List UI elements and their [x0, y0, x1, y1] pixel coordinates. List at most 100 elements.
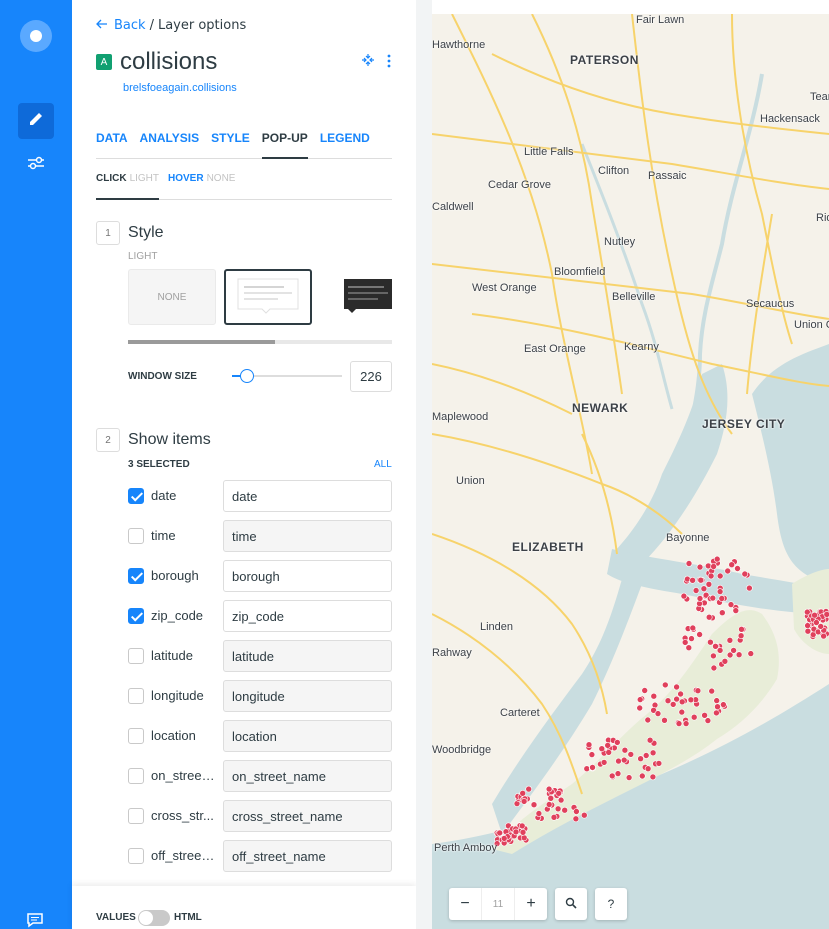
popup-items-list: date date time time borough borough zip_code zi… [128, 480, 392, 880]
subtab-click[interactable]: CLICK LIGHT [96, 173, 160, 200]
style-options-scroll-thumb[interactable] [128, 340, 275, 344]
collision-point [811, 611, 818, 619]
collision-point [519, 789, 526, 797]
item-title-input[interactable]: cross_street_name [223, 800, 392, 832]
step-number: 2 [96, 428, 120, 452]
item-checkbox[interactable] [128, 528, 144, 544]
popup-style-none[interactable]: NONE [128, 269, 216, 325]
item-title-input[interactable]: longitude [223, 680, 392, 712]
item-title-input[interactable]: zip_code [223, 600, 392, 632]
zoom-level: 11 [481, 888, 515, 920]
app-logo[interactable] [20, 20, 52, 52]
collision-point [710, 664, 718, 672]
compress-icon[interactable] [360, 52, 376, 72]
map-place-label: Fair Lawn [636, 14, 685, 26]
item-checkbox[interactable] [128, 848, 144, 864]
collision-point [673, 683, 680, 691]
collision-point [673, 695, 680, 703]
map-canvas[interactable]: Fair Lawn Hawthorne PATERSON Teaneck Hackens… [432, 14, 829, 929]
collision-point [644, 765, 652, 773]
item-name: date [151, 488, 177, 503]
breadcrumb-current: Layer options [157, 18, 247, 33]
help-button[interactable]: ? [595, 888, 627, 920]
map-place-label: NEWARK [572, 401, 629, 415]
collision-point [608, 772, 616, 780]
collision-point [720, 701, 727, 708]
item-checkbox[interactable] [128, 688, 144, 704]
item-title-input[interactable]: borough [223, 560, 392, 592]
map-place-label: Secaucus [746, 298, 795, 310]
popup-style-light[interactable] [224, 269, 312, 325]
collision-point [820, 632, 827, 640]
collision-point [639, 772, 646, 780]
tab-data[interactable]: DATA [96, 125, 128, 159]
collision-point [600, 759, 608, 766]
collision-point [675, 720, 683, 727]
item-title-input[interactable]: on_street_name [223, 760, 392, 792]
subtab-hover[interactable]: HOVER NONE [168, 173, 235, 200]
collision-point [627, 751, 635, 758]
tab-style[interactable]: STYLE [211, 125, 250, 159]
zoom-control: − 11 + [449, 888, 547, 920]
item-title-input[interactable]: date [223, 480, 392, 512]
item-name: on_street... [151, 768, 215, 783]
item-checkbox[interactable] [128, 808, 144, 824]
feedback-button[interactable] [26, 912, 46, 928]
item-title-input[interactable]: time [223, 520, 392, 552]
map-place-label: Rahway [432, 647, 472, 659]
pencil-icon [27, 110, 45, 132]
collision-point [662, 681, 669, 689]
popup-subtabs: CLICK LIGHT HOVER NONE [96, 166, 392, 200]
collision-point [718, 595, 726, 602]
map-search-button[interactable] [555, 888, 587, 920]
item-checkbox[interactable] [128, 488, 144, 504]
collision-point [688, 635, 695, 642]
item-checkbox[interactable] [128, 768, 144, 784]
edit-nav-button[interactable] [18, 103, 54, 139]
collision-point [804, 622, 811, 629]
arrow-left-icon [96, 18, 114, 33]
map-road [531, 14, 623, 395]
map-place-label: Kearny [624, 341, 659, 353]
select-all-link[interactable]: ALL [374, 459, 392, 470]
item-title-input[interactable]: off_street_name [223, 840, 392, 872]
settings-nav-button[interactable] [24, 154, 48, 176]
popup-style-dark[interactable] [334, 269, 392, 325]
item-checkbox[interactable] [128, 608, 144, 624]
back-label: Back [114, 18, 146, 33]
collision-point [545, 801, 553, 808]
item-checkbox[interactable] [128, 648, 144, 664]
item-name: zip_code [151, 608, 204, 623]
item-title-input[interactable]: location [223, 720, 392, 752]
dataset-link[interactable]: brelsfoeagain.collisions [123, 82, 237, 94]
tab-legend[interactable]: LEGEND [320, 125, 370, 159]
back-link[interactable]: Back [96, 18, 146, 33]
item-checkbox[interactable] [128, 728, 144, 744]
collision-point [707, 638, 714, 646]
collision-point [682, 720, 690, 727]
collision-point [721, 657, 729, 665]
window-size-slider-handle[interactable] [240, 369, 254, 383]
window-size-input[interactable]: 226 [350, 361, 392, 392]
collision-point [708, 687, 716, 695]
zoom-out-button[interactable]: − [449, 888, 481, 920]
tab-analysis[interactable]: ANALYSIS [140, 125, 200, 159]
item-title-input[interactable]: latitude [223, 640, 392, 672]
collision-point [689, 624, 697, 632]
item-checkbox[interactable] [128, 568, 144, 584]
items-step-header: 2 Show items [96, 428, 211, 452]
tab-popup[interactable]: POP-UP [261, 125, 308, 159]
collision-point [718, 609, 726, 617]
collision-point [716, 647, 724, 654]
more-options-icon[interactable] [386, 53, 392, 72]
zoom-in-button[interactable]: + [515, 888, 547, 920]
collision-point [732, 607, 740, 614]
item-name: borough [151, 568, 199, 583]
map-place-label: Carteret [500, 707, 540, 719]
layer-name[interactable]: collisions [120, 48, 217, 76]
map-place-label: Ridgefield [816, 212, 829, 224]
values-html-toggle[interactable] [138, 910, 170, 926]
collision-point [714, 703, 721, 711]
collision-point [696, 595, 704, 602]
basemap [432, 14, 829, 929]
